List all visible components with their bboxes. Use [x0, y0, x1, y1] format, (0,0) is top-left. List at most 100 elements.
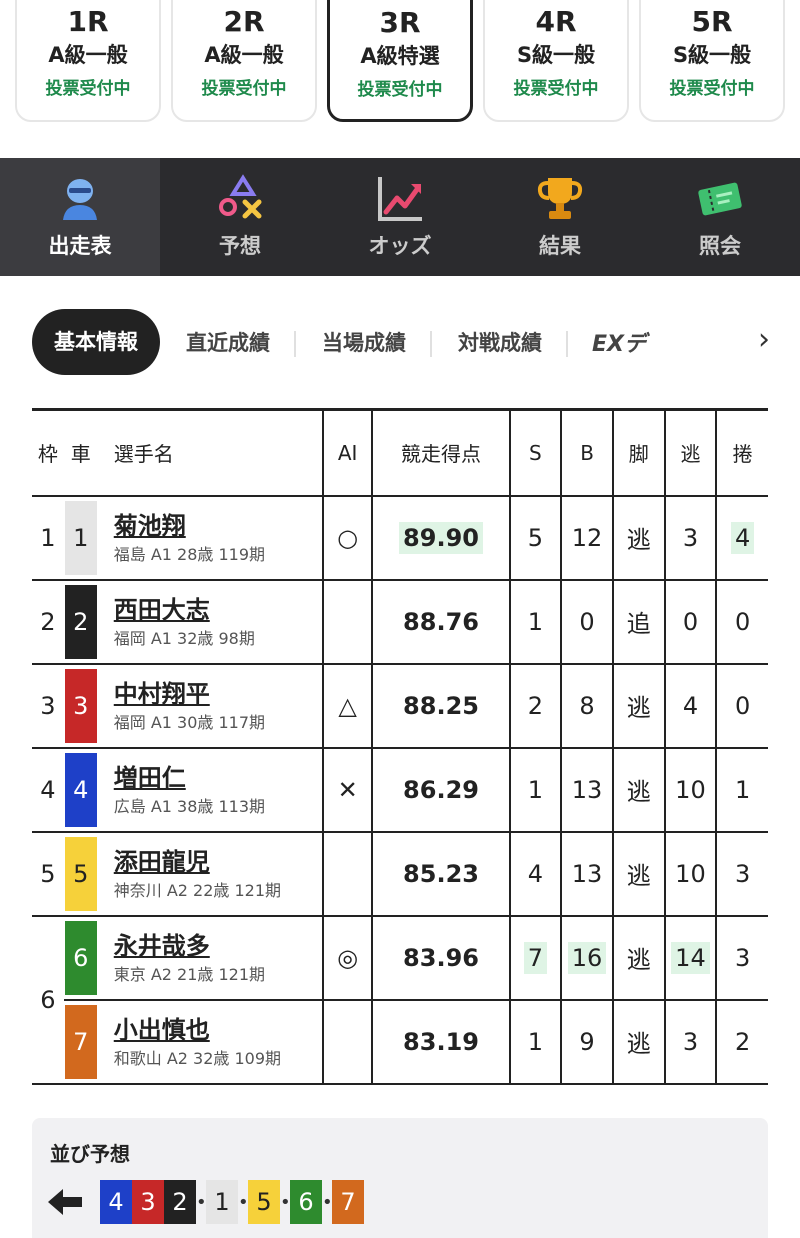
- header-score: 競走得点: [371, 409, 510, 497]
- bike-number: 2: [64, 584, 97, 659]
- race-tab-1r[interactable]: 1R A級一般 投票受付中: [15, 0, 161, 122]
- player-name-link[interactable]: 添田龍児: [114, 845, 322, 879]
- stat-s: 4: [508, 831, 562, 917]
- race-tab-2r[interactable]: 2R A級一般 投票受付中: [171, 0, 317, 122]
- ai-mark: ✕: [321, 747, 373, 833]
- stat-b: 8: [560, 663, 613, 749]
- subtab-recent-results[interactable]: 直近成績: [160, 327, 296, 357]
- trophy-icon: [537, 178, 583, 219]
- ai-mark: [321, 579, 373, 665]
- score-value: 85.23: [371, 831, 510, 917]
- ai-mark: △: [321, 663, 373, 749]
- nav-item-results[interactable]: 結果: [480, 158, 640, 276]
- stat-kyaku: 逃: [611, 495, 665, 581]
- bike-number: 7: [64, 1004, 97, 1079]
- ai-mark: ○: [321, 495, 373, 581]
- score-value: 88.76: [371, 579, 510, 665]
- bike-number: 6: [64, 920, 97, 995]
- stat-nige: 14: [671, 941, 710, 974]
- ticket-icon: [698, 182, 742, 216]
- chevron-right-icon[interactable]: ›: [758, 322, 770, 357]
- subtab-head-to-head[interactable]: 対戦成績: [432, 327, 568, 357]
- player-info: 和歌山 A2 32歳 109期: [113, 1048, 282, 1068]
- race-number: 4R: [535, 5, 577, 38]
- header-s: S: [508, 409, 562, 497]
- race-tab-3r[interactable]: 3R A級特選 投票受付中: [327, 0, 473, 122]
- player-name-link[interactable]: 西田大志: [114, 593, 322, 627]
- line-separator: •: [196, 1191, 207, 1213]
- ai-mark: ◎: [321, 915, 373, 1001]
- header-ai: AI: [321, 409, 373, 497]
- chart-line-icon: [378, 177, 422, 221]
- header-sha: 車: [63, 409, 98, 497]
- race-number: 2R: [223, 5, 265, 38]
- table-header-row: 枠 車 選手名 AI 競走得点 S B 脚 逃 捲: [32, 409, 768, 497]
- score-value: 86.29: [371, 747, 510, 833]
- score-value: 83.19: [371, 999, 510, 1085]
- info-subtabs: 基本情報 直近成績 当場成績 対戦成績 EXデ: [0, 308, 800, 376]
- stat-b: 9: [560, 999, 613, 1085]
- stat-kyaku: 逃: [611, 831, 665, 917]
- arrow-left-icon: [48, 1189, 82, 1215]
- player-name-link[interactable]: 増田仁: [114, 761, 322, 795]
- player-name-link[interactable]: 永井哉多: [114, 929, 322, 963]
- stat-nige: 3: [663, 999, 717, 1085]
- entry-table: 枠 車 選手名 AI 競走得点 S B 脚 逃 捲 1 1 菊池翔 福島 A1 2…: [32, 408, 768, 1085]
- race-grade: A級一般: [48, 43, 128, 67]
- player-info: 福岡 A1 32歳 98期: [113, 628, 255, 648]
- player-name-link[interactable]: 中村翔平: [114, 677, 322, 711]
- stat-kyaku: 追: [611, 579, 665, 665]
- table-row: 6 6 永井哉多 東京 A2 21歳 121期 ◎ 83.96 7 16 逃 14…: [32, 915, 768, 1085]
- nav-item-odds[interactable]: オッズ: [320, 158, 480, 276]
- race-status: 投票受付中: [669, 79, 755, 99]
- line-bike-box: 5: [248, 1180, 280, 1224]
- line-bike-box: 1: [206, 1180, 238, 1224]
- header-b: B: [560, 409, 613, 497]
- subtab-basic-info[interactable]: 基本情報: [32, 309, 160, 375]
- stat-nige: 10: [663, 747, 717, 833]
- race-tab-5r[interactable]: 5R S級一般 投票受付中: [639, 0, 785, 122]
- main-nav: 出走表 予想 オッズ 結果 照会: [0, 158, 800, 276]
- ai-mark: [321, 831, 373, 917]
- line-bike-box: 2: [164, 1180, 196, 1224]
- nav-label: 予想: [219, 234, 261, 258]
- stat-s: 1: [508, 999, 562, 1085]
- line-separator: •: [238, 1191, 249, 1213]
- nav-item-inquiry[interactable]: 照会: [640, 158, 800, 276]
- stat-makuri: 0: [715, 579, 768, 665]
- line-bike-box: 3: [132, 1180, 164, 1224]
- shapes-icon: [219, 174, 262, 219]
- subtab-ex-data[interactable]: EXデ: [568, 326, 646, 358]
- stat-makuri: 3: [715, 831, 768, 917]
- stat-b: 13: [560, 831, 613, 917]
- race-tab-4r[interactable]: 4R S級一般 投票受付中: [483, 0, 629, 122]
- waku-number: 5: [32, 831, 64, 917]
- line-separator: •: [280, 1191, 291, 1213]
- player-name-link[interactable]: 小出慎也: [114, 1013, 322, 1047]
- race-number: 5R: [691, 5, 733, 38]
- header-waku: 枠: [32, 409, 64, 497]
- nav-label: 結果: [539, 234, 581, 258]
- race-number: 1R: [67, 5, 109, 38]
- table-row: 7 小出慎也 和歌山 A2 32歳 109期 83.19 1 9 逃 3 2: [32, 999, 768, 1085]
- stat-s: 2: [508, 663, 562, 749]
- waku-number: 6: [32, 915, 64, 1085]
- nav-item-prediction[interactable]: 予想: [160, 158, 320, 276]
- subtab-venue-results[interactable]: 当場成績: [296, 327, 432, 357]
- nav-item-entries[interactable]: 出走表: [0, 158, 160, 276]
- stat-kyaku: 逃: [611, 999, 665, 1085]
- line-bike-box: 4: [100, 1180, 132, 1224]
- stat-b: 12: [560, 495, 613, 581]
- race-status: 投票受付中: [201, 79, 287, 99]
- stat-b: 0: [560, 579, 613, 665]
- player-info: 福岡 A1 30歳 117期: [113, 712, 266, 732]
- line-separator: •: [322, 1191, 333, 1213]
- race-status: 投票受付中: [357, 80, 443, 100]
- player-info: 福島 A1 28歳 119期: [113, 544, 266, 564]
- nav-label: 出走表: [48, 234, 112, 258]
- waku-number: 4: [32, 747, 64, 833]
- bike-number: 3: [64, 668, 97, 743]
- race-number: 3R: [379, 6, 421, 39]
- player-name-link[interactable]: 菊池翔: [114, 509, 322, 543]
- table-row: 3 3 中村翔平 福岡 A1 30歳 117期 △ 88.25 2 8 逃 4 0: [32, 663, 768, 749]
